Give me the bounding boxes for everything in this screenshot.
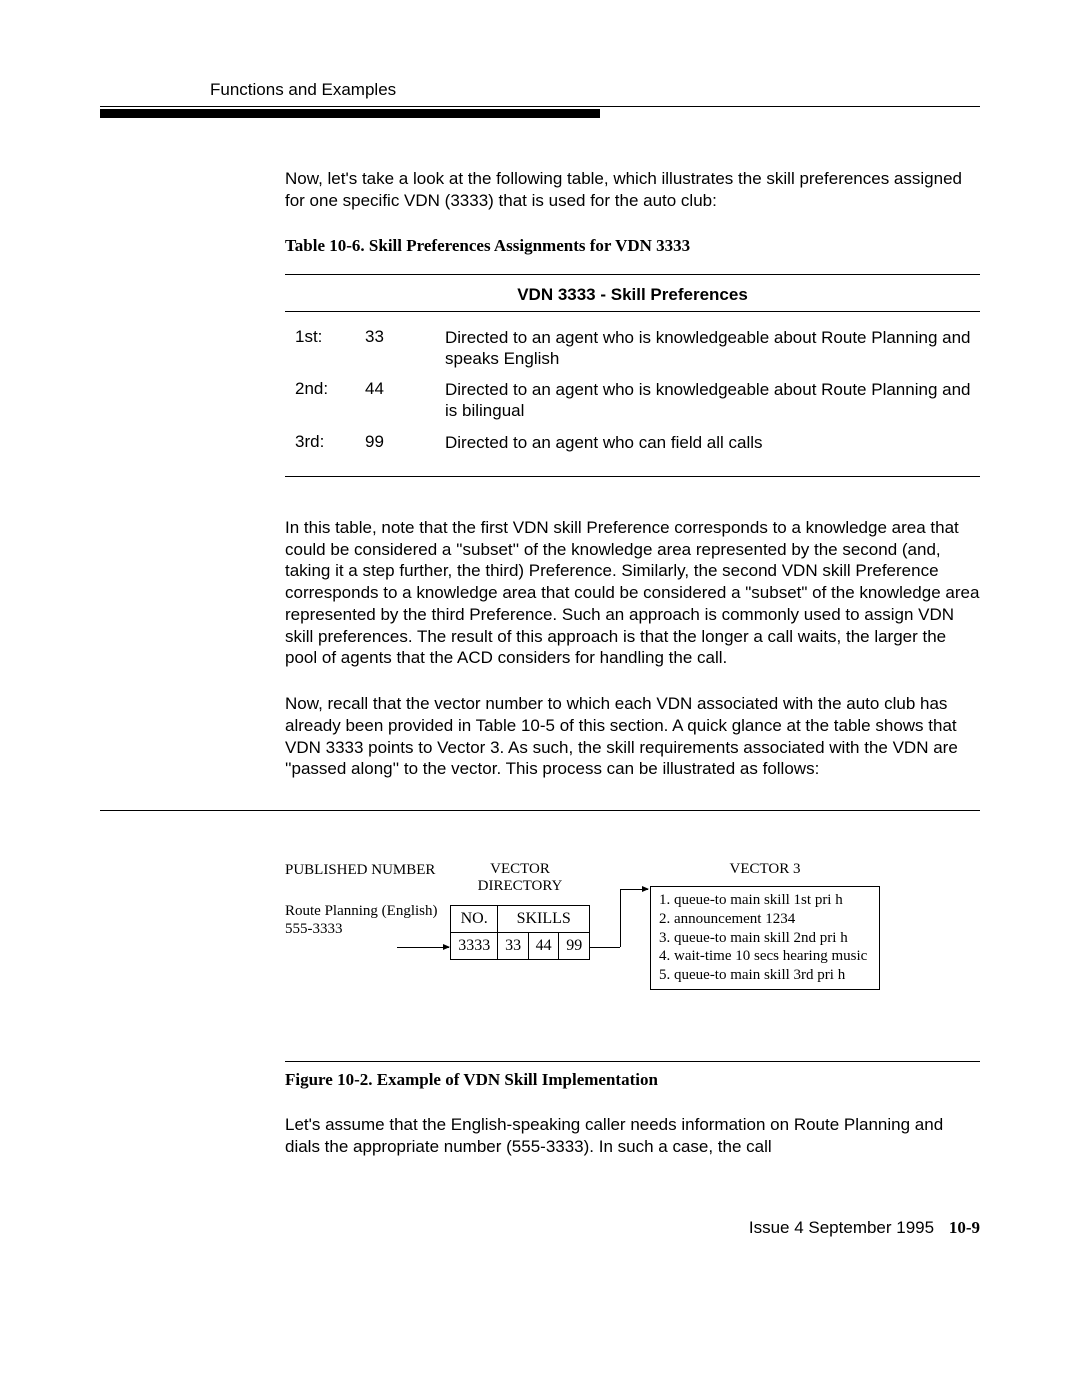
- arrow-icon: [620, 889, 648, 890]
- paragraph-2: In this table, note that the first VDN s…: [285, 517, 980, 669]
- table-caption: Table 10-6. Skill Preferences Assignment…: [285, 236, 980, 256]
- vector-step: 4. wait-time 10 secs hearing music: [659, 947, 871, 966]
- table-row: 1st: 33 Directed to an agent who is know…: [295, 322, 980, 375]
- table-rule-top: [285, 274, 980, 275]
- desc-cell: Directed to an agent who is knowledgeabl…: [445, 379, 980, 422]
- vector-3-steps: 1. queue-to main skill 1st pri h 2. anno…: [650, 886, 880, 990]
- figure-rule-bottom: [285, 1061, 980, 1062]
- vector-directory-block: VECTOR DIRECTORY NO. SKILLS 3333 33 44 9…: [450, 861, 590, 960]
- vd-skill-cell: 33: [498, 933, 529, 960]
- vector-directory-table: NO. SKILLS 3333 33 44 99: [450, 905, 590, 960]
- table-rule-bottom: [285, 476, 980, 477]
- running-header: Functions and Examples: [210, 80, 980, 100]
- pref-cell: 1st:: [295, 327, 365, 347]
- issue-date: Issue 4 September 1995: [749, 1218, 934, 1237]
- vector-directory-heading: VECTOR DIRECTORY: [450, 861, 590, 895]
- table-title: VDN 3333 - Skill Preferences: [285, 285, 980, 305]
- vd-skill-cell: 44: [528, 933, 559, 960]
- vector-3-block: VECTOR 3 1. queue-to main skill 1st pri …: [650, 861, 880, 990]
- table-rule-mid: [285, 311, 980, 312]
- figure-diagram: PUBLISHED NUMBER Route Planning (English…: [285, 861, 980, 1021]
- skill-table: 1st: 33 Directed to an agent who is know…: [295, 322, 980, 458]
- desc-cell: Directed to an agent who is knowledgeabl…: [445, 327, 980, 370]
- vd-skill-cell: 99: [559, 933, 590, 960]
- skill-cell: 44: [365, 379, 445, 399]
- intro-paragraph: Now, let's take a look at the following …: [285, 168, 980, 212]
- header-rule: [100, 106, 980, 118]
- skill-cell: 99: [365, 432, 445, 452]
- published-number-heading: PUBLISHED NUMBER: [285, 861, 445, 880]
- page: Functions and Examples Now, let's take a…: [0, 0, 1080, 1298]
- vector-step: 1. queue-to main skill 1st pri h: [659, 891, 871, 910]
- published-number-value: Route Planning (English) 555-3333: [285, 902, 445, 938]
- vd-skills-header: SKILLS: [498, 906, 590, 933]
- vector-step: 5. queue-to main skill 3rd pri h: [659, 966, 871, 985]
- skill-cell: 33: [365, 327, 445, 347]
- desc-cell: Directed to an agent who can field all c…: [445, 432, 980, 453]
- figure-caption: Figure 10-2. Example of VDN Skill Implem…: [285, 1070, 980, 1090]
- vd-no-cell: 3333: [451, 933, 498, 960]
- arrow-icon: [397, 947, 449, 948]
- connector-line: [590, 947, 620, 948]
- vector-step: 2. announcement 1234: [659, 910, 871, 929]
- paragraph-4: Let's assume that the English-speaking c…: [285, 1114, 980, 1158]
- vector-step: 3. queue-to main skill 2nd pri h: [659, 929, 871, 948]
- table-row: 2nd: 44 Directed to an agent who is know…: [295, 374, 980, 427]
- page-number: 10-9: [949, 1218, 980, 1237]
- vd-no-header: NO.: [451, 906, 498, 933]
- figure-rule-top: [100, 810, 980, 811]
- connector-line: [620, 889, 621, 947]
- pref-cell: 3rd:: [295, 432, 365, 452]
- page-footer: Issue 4 September 1995 10-9: [100, 1218, 980, 1238]
- published-number-block: PUBLISHED NUMBER Route Planning (English…: [285, 861, 445, 938]
- vector-3-heading: VECTOR 3: [650, 861, 880, 878]
- paragraph-3: Now, recall that the vector number to wh…: [285, 693, 980, 780]
- pref-cell: 2nd:: [295, 379, 365, 399]
- table-row: 3rd: 99 Directed to an agent who can fie…: [295, 427, 980, 458]
